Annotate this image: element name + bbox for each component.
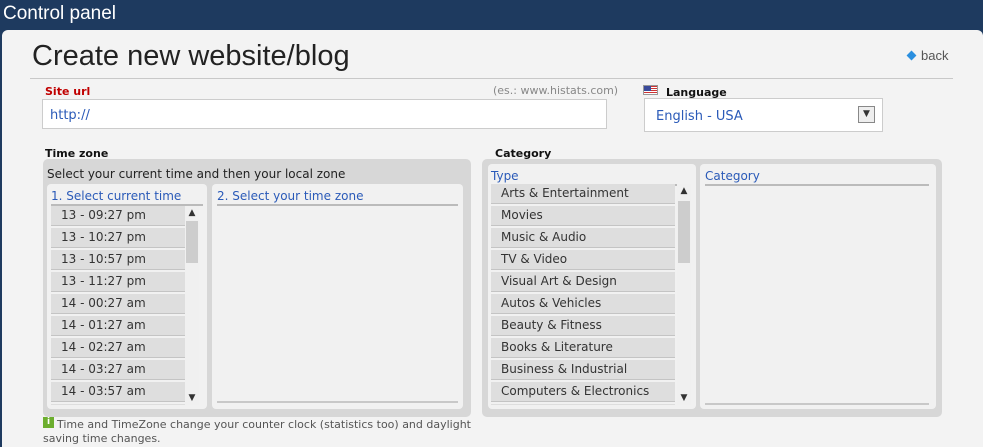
category-header[interactable]: Category bbox=[705, 169, 929, 186]
time-option[interactable]: 14 - 03:57 am bbox=[51, 382, 185, 402]
type-panel: Type Arts & Entertainment Movies Music & A… bbox=[488, 164, 696, 409]
type-option[interactable]: Beauty & Fitness bbox=[491, 316, 675, 336]
type-option[interactable]: Visual Art & Design bbox=[491, 272, 675, 292]
type-option[interactable]: Business & Industrial bbox=[491, 360, 675, 380]
time-option[interactable]: 13 - 11:27 pm bbox=[51, 272, 185, 292]
time-option[interactable]: 13 - 09:27 pm bbox=[51, 206, 185, 226]
site-url-input[interactable]: http:// bbox=[42, 99, 607, 129]
current-time-panel: 1. Select current time 13 - 09:27 pm 13 -… bbox=[47, 184, 207, 409]
category-box: Type Arts & Entertainment Movies Music & A… bbox=[482, 159, 942, 417]
category-list-bottom bbox=[705, 403, 929, 405]
type-option[interactable]: Finance bbox=[491, 404, 675, 405]
type-option[interactable]: Books & Literature bbox=[491, 338, 675, 358]
timezone-panel: 2. Select your time zone bbox=[212, 184, 463, 409]
time-scrollbar[interactable]: ▲ ▼ bbox=[185, 206, 199, 405]
timezone-list-bottom bbox=[217, 401, 458, 403]
timezone-instruction: Select your current time and then your l… bbox=[47, 167, 346, 181]
us-flag-icon bbox=[643, 85, 658, 95]
time-option[interactable]: 13 - 10:27 pm bbox=[51, 228, 185, 248]
app-title: Control panel bbox=[0, 0, 983, 28]
current-time-list[interactable]: 13 - 09:27 pm 13 - 10:27 pm 13 - 10:57 pm 1… bbox=[51, 206, 185, 405]
time-option[interactable]: 14 - 02:27 am bbox=[51, 338, 185, 358]
scroll-down-icon[interactable]: ▼ bbox=[677, 391, 691, 405]
timezone-note: Time and TimeZone change your counter cl… bbox=[43, 418, 471, 445]
timezone-header[interactable]: 2. Select your time zone bbox=[217, 189, 458, 206]
language-select[interactable]: English - USA ▼ bbox=[644, 98, 883, 132]
type-option[interactable]: Autos & Vehicles bbox=[491, 294, 675, 314]
type-option[interactable]: Arts & Entertainment bbox=[491, 184, 675, 204]
type-option[interactable]: Movies bbox=[491, 206, 675, 226]
main-panel: Create new website/blog back Site url (e… bbox=[2, 30, 983, 447]
back-label: back bbox=[921, 48, 949, 63]
type-option[interactable]: Computers & Electronics bbox=[491, 382, 675, 402]
time-option[interactable]: 14 - 00:27 am bbox=[51, 294, 185, 314]
chevron-down-icon[interactable]: ▼ bbox=[858, 106, 875, 123]
scroll-thumb[interactable] bbox=[678, 201, 690, 263]
category-panel: Category bbox=[700, 164, 936, 409]
time-option[interactable]: 14 - 03:27 am bbox=[51, 360, 185, 380]
language-selected: English - USA bbox=[656, 109, 743, 124]
type-list[interactable]: Arts & Entertainment Movies Music & Audio T… bbox=[491, 184, 675, 405]
time-option[interactable]: 14 - 04:27 am bbox=[51, 404, 185, 405]
page-title: Create new website/blog bbox=[32, 40, 350, 72]
site-url-label: Site url bbox=[45, 85, 91, 98]
time-option[interactable]: 13 - 10:57 pm bbox=[51, 250, 185, 270]
scroll-down-icon[interactable]: ▼ bbox=[185, 391, 199, 405]
type-option[interactable]: Music & Audio bbox=[491, 228, 675, 248]
back-link[interactable]: back bbox=[906, 48, 949, 63]
type-scrollbar[interactable]: ▲ ▼ bbox=[677, 184, 691, 405]
scroll-up-icon[interactable]: ▲ bbox=[677, 184, 691, 198]
diamond-icon bbox=[906, 50, 917, 61]
site-url-hint: (es.: www.histats.com) bbox=[493, 84, 619, 97]
scroll-thumb[interactable] bbox=[186, 221, 198, 263]
title-divider bbox=[30, 78, 953, 79]
type-option[interactable]: TV & Video bbox=[491, 250, 675, 270]
scroll-up-icon[interactable]: ▲ bbox=[185, 206, 199, 220]
timezone-box: Select your current time and then your l… bbox=[43, 159, 471, 417]
time-option[interactable]: 14 - 01:27 am bbox=[51, 316, 185, 336]
current-time-header[interactable]: 1. Select current time bbox=[51, 189, 203, 206]
